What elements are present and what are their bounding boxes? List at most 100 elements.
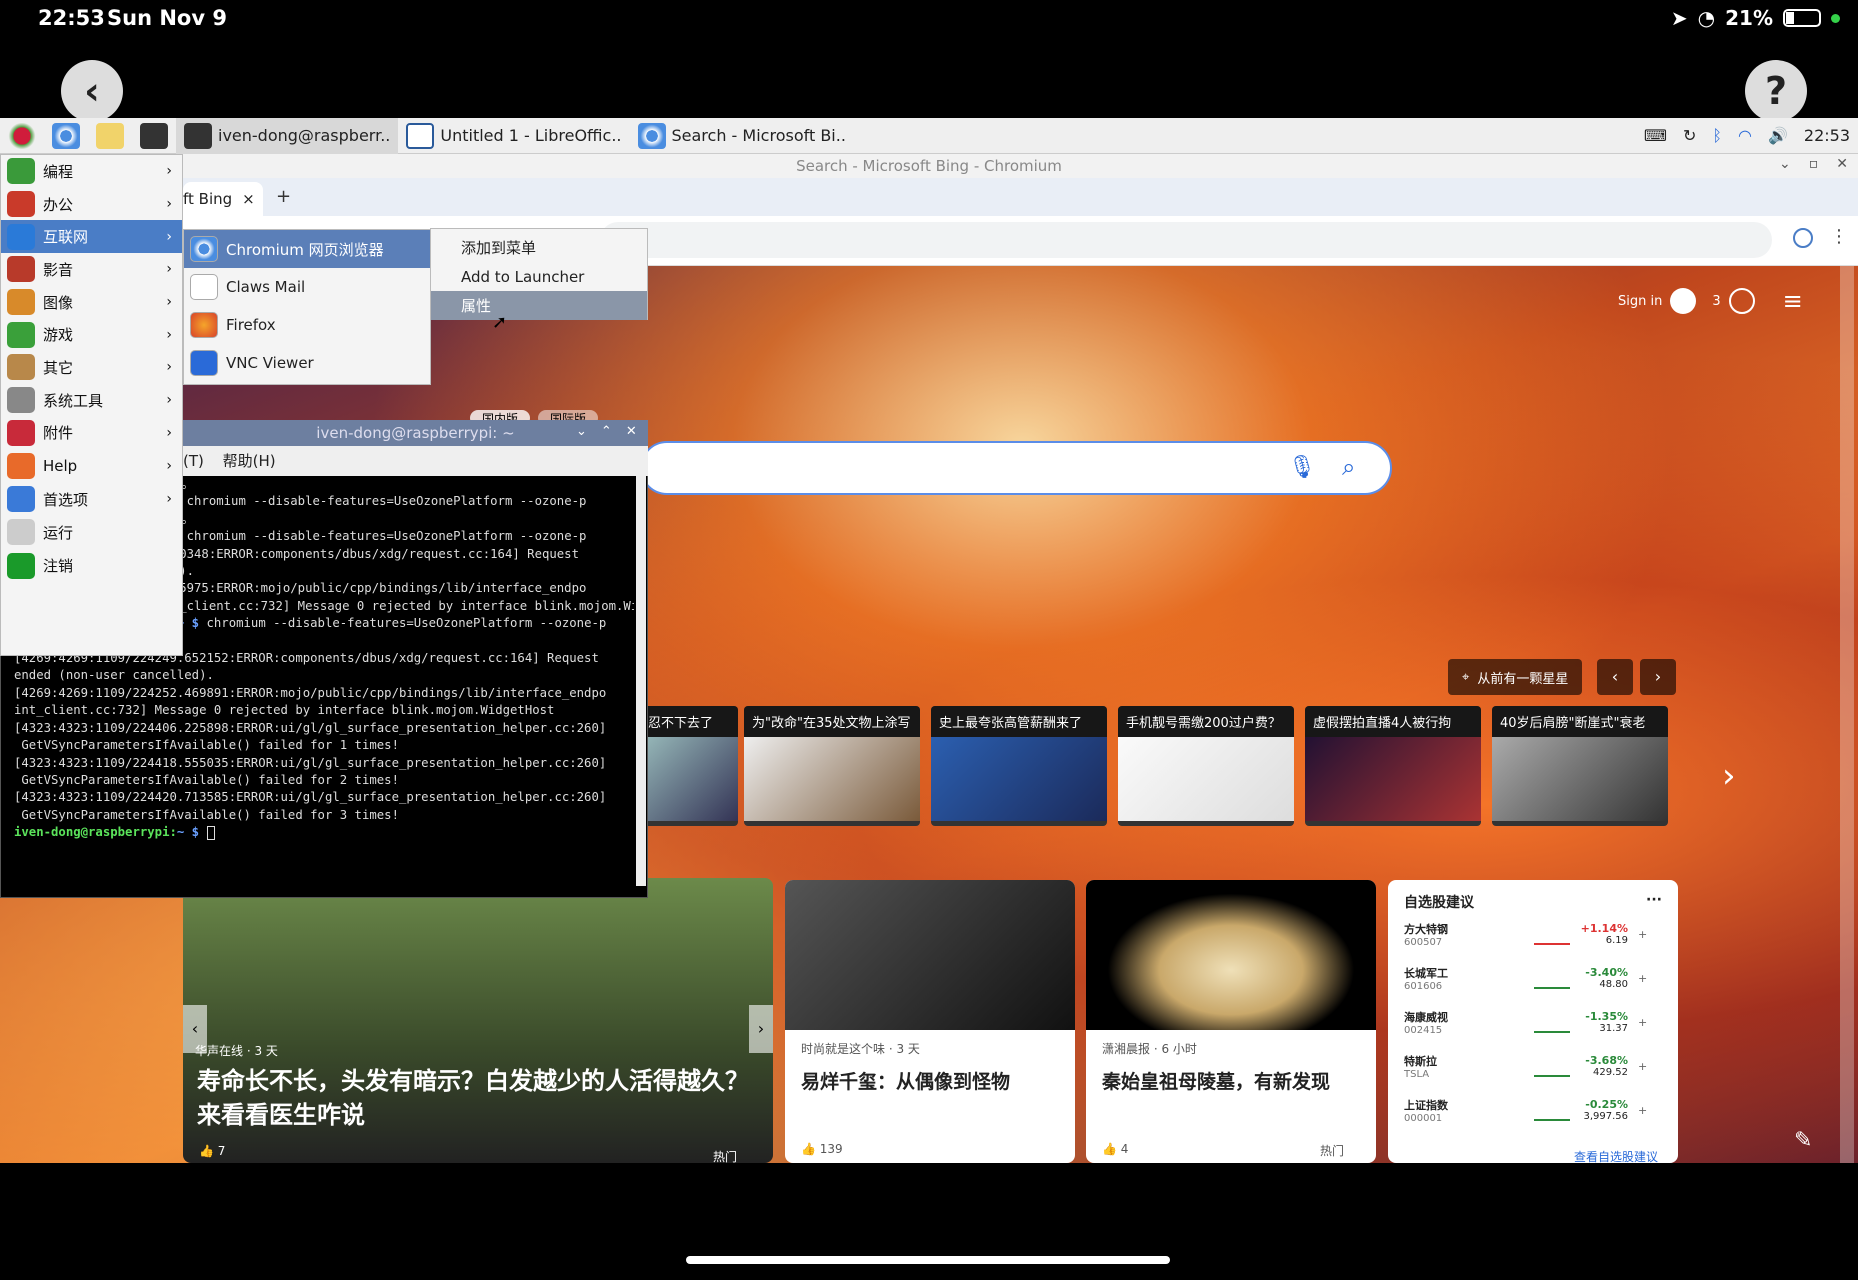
story-card[interactable]: 忍不下去了: [640, 706, 738, 826]
user-icon[interactable]: [1670, 288, 1697, 314]
menu-item[interactable]: 办公 ›: [1, 188, 182, 221]
image-location-button[interactable]: ⌖ 从前有一颗星星: [1448, 659, 1583, 695]
minimize-icon[interactable]: ⌄: [1779, 156, 1791, 172]
menu-item[interactable]: 其它 ›: [1, 351, 182, 384]
profile-icon[interactable]: [1793, 228, 1813, 248]
volume-icon[interactable]: 🔊: [1760, 118, 1796, 154]
chevron-right-icon: ›: [166, 392, 172, 409]
application-menu: 编程 › 办公 › 互联网 › 影音 › 图像 › 游戏 › 其它 › 系统工具 › 附件 › Help › 首选项 › 运…: [0, 154, 183, 656]
add-stock-icon[interactable]: +: [1638, 1104, 1647, 1117]
minimize-icon[interactable]: ⌄: [576, 424, 587, 439]
prompt-path: ~ $: [176, 825, 207, 840]
terminal-menu-help[interactable]: 帮助(H): [223, 452, 276, 470]
stock-row[interactable]: 上证指数 000001 -0.25% 3,997.56 +: [1404, 1088, 1662, 1132]
submenu-item[interactable]: Firefox: [184, 306, 430, 344]
submenu-item[interactable]: VNC Viewer: [184, 344, 430, 382]
prev-image-button[interactable]: ‹: [1597, 659, 1633, 695]
menu-item[interactable]: 互联网 ›: [1, 220, 182, 254]
rewards-icon[interactable]: [1728, 288, 1755, 314]
story-card[interactable]: 史上最夸张高管薪酬来了: [931, 706, 1107, 826]
task-chromium[interactable]: Search - Microsoft Bi..: [630, 118, 854, 154]
submenu-item[interactable]: Chromium 网页浏览器: [184, 230, 430, 268]
refresh-icon[interactable]: ↻: [1675, 118, 1704, 154]
feedback-icon[interactable]: ✎: [1794, 1128, 1812, 1153]
submenu-item[interactable]: Claws Mail: [184, 268, 430, 306]
stock-row[interactable]: 长城军工 601606 -3.40% 48.80 +: [1404, 956, 1662, 1000]
view-stocks-link[interactable]: 查看自选股建议: [1574, 1148, 1658, 1163]
next-image-button[interactable]: ›: [1640, 659, 1676, 695]
wifi-icon[interactable]: ◠: [1730, 118, 1760, 154]
menu-item[interactable]: 系统工具 ›: [1, 384, 182, 417]
task-libreoffice[interactable]: Untitled 1 - LibreOffic..: [398, 118, 629, 154]
news-headline[interactable]: 秦始皇祖母陵墓，有新发现: [1086, 1067, 1376, 1094]
news-likes[interactable]: 👍 4: [1102, 1142, 1128, 1156]
add-stock-icon[interactable]: +: [1638, 1016, 1647, 1029]
terminal-launcher[interactable]: [132, 118, 176, 154]
menu-item[interactable]: 附件 ›: [1, 417, 182, 450]
stock-row[interactable]: 方大特钢 600507 +1.14% 6.19 +: [1404, 912, 1662, 956]
news-headline[interactable]: 易烊千玺：从偶像到怪物: [785, 1067, 1075, 1094]
more-icon[interactable]: ···: [1646, 892, 1662, 912]
main-news-likes[interactable]: 👍 7: [199, 1144, 225, 1158]
menu-item[interactable]: 首选项 ›: [1, 482, 182, 515]
menu-item[interactable]: 运行: [1, 516, 182, 549]
story-image: [931, 737, 1107, 821]
carousel-next-button[interactable]: ›: [749, 1005, 773, 1053]
stock-code: 002415: [1404, 1024, 1443, 1036]
tab-bing[interactable]: ft Bing ×: [183, 182, 263, 216]
file-manager-launcher[interactable]: [88, 118, 132, 154]
menu-item[interactable]: 游戏 ›: [1, 318, 182, 351]
help-button[interactable]: ?: [1745, 60, 1807, 122]
maximize-icon[interactable]: ⌃: [601, 424, 612, 439]
menu-item[interactable]: 编程 ›: [1, 155, 182, 188]
likes-count: 4: [1120, 1142, 1129, 1156]
search-icon[interactable]: ⌕: [1342, 453, 1355, 481]
scrollbar[interactable]: [1840, 266, 1854, 1163]
battery-icon: [1783, 9, 1821, 27]
stock-name: 长城军工: [1404, 966, 1448, 980]
menu-item[interactable]: 注销: [1, 549, 182, 582]
menu-item[interactable]: 图像 ›: [1, 286, 182, 319]
story-card[interactable]: 为"改命"在35处文物上涂写: [744, 706, 920, 826]
maximize-icon[interactable]: ▫: [1809, 156, 1819, 172]
add-stock-icon[interactable]: +: [1638, 928, 1647, 941]
news-card[interactable]: 时尚就是这个味 · 3 天 易烊千玺：从偶像到怪物 👍 139: [785, 880, 1075, 1163]
carousel-prev-button[interactable]: ‹: [183, 1005, 207, 1053]
back-button[interactable]: ‹: [61, 60, 123, 122]
main-news-card[interactable]: 华声在线 · 3 天 寿命长不长，头发有暗示？白发越少的人活得越久？来看看医生咋…: [183, 878, 773, 1164]
tab-close-icon[interactable]: ×: [242, 190, 255, 208]
main-news-headline[interactable]: 寿命长不长，头发有暗示？白发越少的人活得越久？来看看医生咋说: [197, 1064, 757, 1132]
chrome-menu-icon[interactable]: ⋮: [1830, 226, 1848, 247]
close-icon[interactable]: ✕: [1836, 156, 1848, 172]
chromium-launcher[interactable]: [44, 118, 88, 154]
add-stock-icon[interactable]: +: [1638, 972, 1647, 985]
terminal-menu-tabs[interactable]: (T): [183, 452, 204, 470]
taskbar-clock[interactable]: 22:53: [1796, 118, 1858, 154]
stories-next-icon[interactable]: ›: [1722, 756, 1736, 796]
add-stock-icon[interactable]: +: [1638, 1060, 1647, 1073]
hamburger-icon[interactable]: ≡: [1783, 287, 1803, 315]
microphone-icon[interactable]: 🎙: [1288, 455, 1316, 480]
context-menu-item[interactable]: 属性: [431, 291, 647, 320]
news-likes[interactable]: 👍 139: [801, 1142, 843, 1156]
new-tab-button[interactable]: +: [276, 186, 291, 207]
story-card[interactable]: 40岁后肩膀"断崖式"衰老: [1492, 706, 1668, 826]
bing-search-box[interactable]: 🎙 ⌕: [640, 441, 1392, 495]
url-field[interactable]: [600, 222, 1772, 258]
task-terminal[interactable]: iven-dong@raspberr..: [176, 117, 399, 154]
stock-row[interactable]: 特斯拉 TSLA -3.68% 429.52 +: [1404, 1044, 1662, 1088]
close-icon[interactable]: ✕: [626, 424, 637, 439]
sign-in-link[interactable]: Sign in: [1618, 294, 1662, 309]
menu-item[interactable]: Help ›: [1, 449, 182, 482]
bluetooth-icon[interactable]: ᛒ: [1704, 118, 1730, 154]
terminal-scrollbar[interactable]: [636, 476, 646, 886]
story-card[interactable]: 手机靓号需缴200过户费？: [1118, 706, 1294, 826]
context-menu-item[interactable]: 添加到菜单: [431, 233, 647, 262]
context-menu-item[interactable]: Add to Launcher: [431, 262, 647, 291]
menu-item[interactable]: 影音 ›: [1, 253, 182, 286]
keyboard-icon[interactable]: ⌨: [1636, 118, 1675, 154]
news-card[interactable]: 潇湘晨报 · 6 小时 秦始皇祖母陵墓，有新发现 👍 4 热门: [1086, 880, 1376, 1163]
raspberry-menu-button[interactable]: [0, 118, 44, 154]
story-card[interactable]: 虚假摆拍直播4人被行拘: [1305, 706, 1481, 826]
stock-row[interactable]: 海康威视 002415 -1.35% 31.37 +: [1404, 1000, 1662, 1044]
